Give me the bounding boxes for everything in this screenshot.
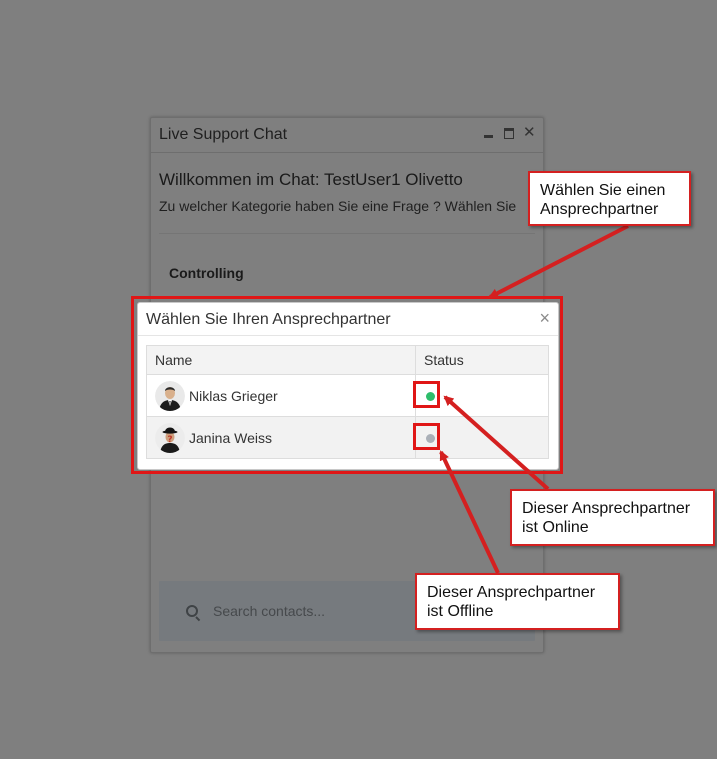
- arrow-to-online: [443, 395, 550, 491]
- callout-offline: Dieser Ansprechpartner ist Offline: [415, 573, 620, 630]
- annotation-arrows: [439, 224, 629, 574]
- callout-choose-partner: Wählen Sie einen Ansprechpartner: [528, 171, 691, 226]
- online-status-highlight: [413, 381, 440, 408]
- arrow-to-dialog: [488, 224, 629, 299]
- offline-status-highlight: [413, 423, 440, 450]
- arrow-to-offline: [439, 450, 500, 574]
- callout-online: Dieser Ansprechpartner ist Online: [510, 489, 715, 546]
